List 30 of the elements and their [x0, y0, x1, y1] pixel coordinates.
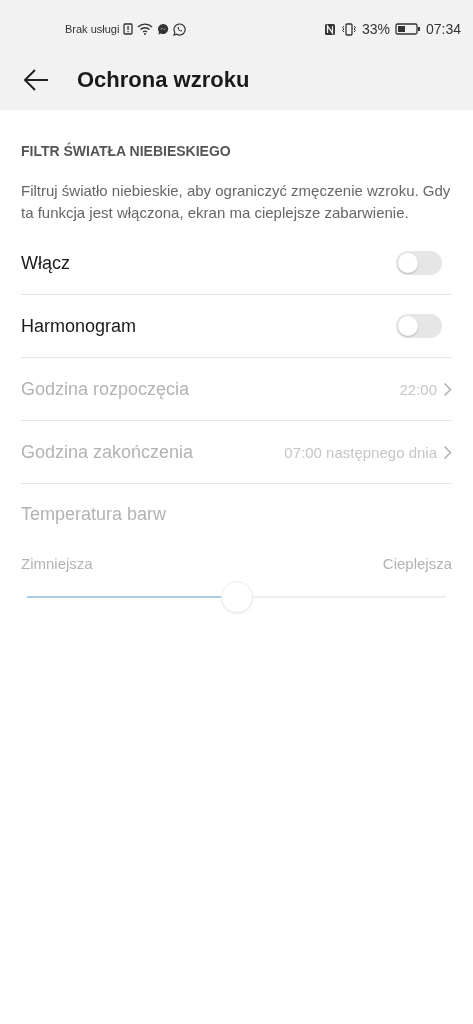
row-label: Włącz — [21, 252, 70, 274]
max-label: Cieplejsza — [382, 555, 452, 572]
row-label: Godzina zakończenia — [21, 441, 194, 463]
row-label: Godzina rozpoczęcia — [21, 378, 190, 400]
temperature-slider[interactable] — [27, 580, 446, 614]
toggle-switch[interactable] — [396, 314, 442, 338]
chevron-right-icon — [443, 444, 452, 460]
min-label: Zimniejsza — [21, 555, 93, 572]
row-value: 22:00 — [399, 380, 437, 398]
section-heading: FILTR ŚWIATŁA NIEBIESKIEGO — [21, 143, 232, 159]
carrier-text: Brak usługi — [65, 23, 120, 35]
row-label: Harmonogram — [21, 315, 137, 337]
description-text: Filtruj światło niebieskie, aby ograniczyć zmęczenie wzroku. Gdy ta funkcja jest włączona, ekran ma cieplejsze zabarwienie. — [21, 181, 452, 223]
battery-percent-text: 33% — [361, 21, 390, 37]
chevron-right-icon — [443, 381, 452, 397]
back-arrow-icon — [23, 69, 49, 91]
battery-icon — [394, 23, 421, 35]
page-title: Ochrona wzroku — [77, 67, 250, 93]
nfc-icon — [323, 22, 336, 36]
sim-alert-icon — [123, 23, 134, 35]
chat-bubble-icon — [157, 23, 170, 35]
toggle-switch[interactable] — [396, 251, 442, 275]
row-label: Temperatura barw — [21, 504, 168, 525]
phone-bubble-icon — [173, 22, 187, 36]
wifi-icon — [137, 23, 154, 35]
row-value: 07:00 następnego dnia — [284, 443, 437, 461]
toggle-row[interactable]: Włącz — [21, 232, 452, 295]
toggle-row[interactable]: Harmonogram — [21, 295, 452, 358]
clock-text: 07:34 — [425, 21, 461, 37]
vibrate-icon — [340, 22, 357, 36]
